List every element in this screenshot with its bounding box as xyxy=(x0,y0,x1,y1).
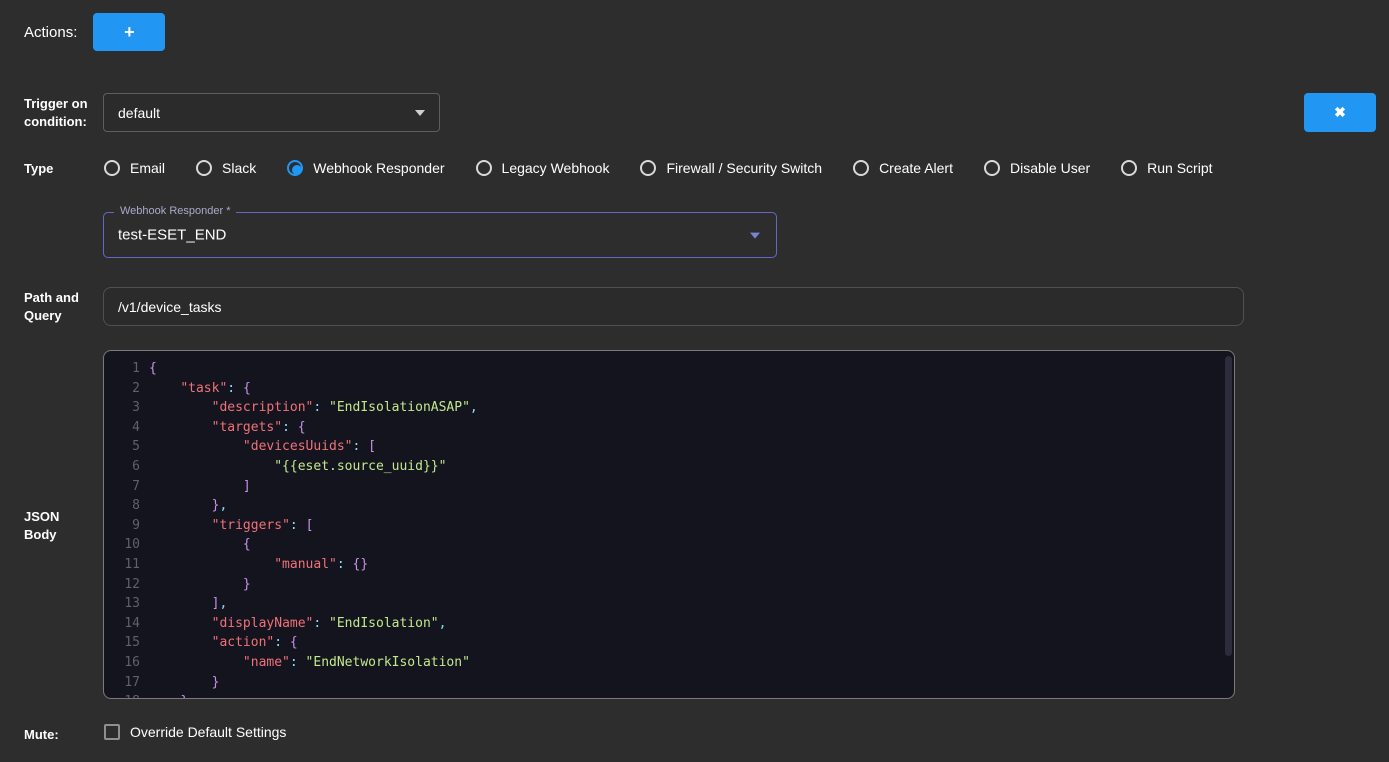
type-radio-disable-user[interactable]: Disable User xyxy=(984,160,1090,176)
actions-label: Actions: xyxy=(24,24,77,41)
override-default-settings-checkbox[interactable] xyxy=(104,724,120,740)
chevron-down-icon xyxy=(750,233,760,239)
radio-label: Disable User xyxy=(1010,160,1090,176)
type-radio-group: Email Slack Webhook Responder Legacy Webhoo… xyxy=(104,155,1213,181)
code-line: "devicesUuids": [ xyxy=(149,437,478,457)
radio-label: Run Script xyxy=(1147,160,1212,176)
radio-icon[interactable] xyxy=(853,160,869,176)
override-default-settings-label: Override Default Settings xyxy=(130,724,286,740)
radio-icon[interactable] xyxy=(640,160,656,176)
json-body-label: JSON Body xyxy=(24,508,69,544)
chevron-down-icon xyxy=(415,110,425,116)
trigger-condition-select[interactable]: default xyxy=(103,93,440,132)
type-radio-webhook-responder[interactable]: Webhook Responder xyxy=(287,160,444,176)
radio-label: Webhook Responder xyxy=(313,160,444,176)
code-line: { xyxy=(149,359,478,379)
line-number: 1 xyxy=(104,359,140,379)
path-query-label: Path and Query xyxy=(24,289,86,325)
code-line: "displayName": "EndIsolation", xyxy=(149,614,478,634)
code-line: "triggers": [ xyxy=(149,516,478,536)
line-number: 16 xyxy=(104,653,140,673)
line-number: 3 xyxy=(104,398,140,418)
radio-label: Slack xyxy=(222,160,256,176)
type-radio-slack[interactable]: Slack xyxy=(196,160,256,176)
code-line: ] xyxy=(149,477,478,497)
type-radio-run-script[interactable]: Run Script xyxy=(1121,160,1212,176)
line-number: 10 xyxy=(104,535,140,555)
trigger-condition-label: Trigger on condition: xyxy=(24,95,94,131)
editor-gutter: 123456789101112131415161718 xyxy=(104,359,140,699)
editor-code[interactable]: { "task": { "description": "EndIsolation… xyxy=(149,359,478,699)
radio-icon[interactable] xyxy=(476,160,492,176)
webhook-responder-select[interactable]: Webhook Responder * test-ESET_END xyxy=(103,212,777,258)
radio-icon[interactable] xyxy=(196,160,212,176)
trigger-condition-value: default xyxy=(118,105,415,121)
line-number: 9 xyxy=(104,516,140,536)
line-number: 14 xyxy=(104,614,140,634)
mute-label: Mute: xyxy=(24,726,59,744)
line-number: 18 xyxy=(104,692,140,699)
line-number: 11 xyxy=(104,555,140,575)
code-line: } xyxy=(149,673,478,693)
line-number: 5 xyxy=(104,437,140,457)
actions-row: Actions: + xyxy=(24,13,165,51)
type-radio-legacy-webhook[interactable]: Legacy Webhook xyxy=(476,160,610,176)
code-line: "name": "EndNetworkIsolation" xyxy=(149,653,478,673)
code-line: } xyxy=(149,575,478,595)
line-number: 6 xyxy=(104,457,140,477)
type-radio-email[interactable]: Email xyxy=(104,160,165,176)
radio-icon[interactable] xyxy=(104,160,120,176)
line-number: 15 xyxy=(104,633,140,653)
type-label: Type xyxy=(24,160,53,178)
code-line: ], xyxy=(149,594,478,614)
close-icon: ✖ xyxy=(1334,104,1346,121)
line-number: 12 xyxy=(104,575,140,595)
code-line: "task": { xyxy=(149,379,478,399)
editor-content: 123456789101112131415161718 { "task": { … xyxy=(104,351,1234,699)
scrollbar-thumb[interactable] xyxy=(1225,356,1232,656)
code-line: "{{eset.source_uuid}}" xyxy=(149,457,478,477)
code-line: } xyxy=(149,692,478,699)
code-line: "targets": { xyxy=(149,418,478,438)
line-number: 13 xyxy=(104,594,140,614)
radio-label: Create Alert xyxy=(879,160,953,176)
webhook-responder-field-label: Webhook Responder * xyxy=(114,205,236,217)
add-action-button[interactable]: + xyxy=(93,13,165,51)
code-line: "action": { xyxy=(149,633,478,653)
remove-action-button[interactable]: ✖ xyxy=(1304,93,1376,132)
radio-icon[interactable] xyxy=(1121,160,1137,176)
radio-dot xyxy=(292,165,302,175)
radio-icon[interactable] xyxy=(984,160,1000,176)
line-number: 7 xyxy=(104,477,140,497)
line-number: 17 xyxy=(104,673,140,693)
plus-icon: + xyxy=(124,22,135,43)
type-radio-create-alert[interactable]: Create Alert xyxy=(853,160,953,176)
line-number: 4 xyxy=(104,418,140,438)
json-body-editor[interactable]: 123456789101112131415161718 { "task": { … xyxy=(103,350,1235,699)
line-number: 2 xyxy=(104,379,140,399)
radio-label: Email xyxy=(130,160,165,176)
webhook-responder-value: test-ESET_END xyxy=(118,227,226,244)
radio-selected-icon[interactable] xyxy=(287,160,303,176)
code-line: { xyxy=(149,535,478,555)
line-number: 8 xyxy=(104,496,140,516)
code-line: "description": "EndIsolationASAP", xyxy=(149,398,478,418)
editor-scrollbar[interactable] xyxy=(1225,354,1232,697)
radio-label: Firewall / Security Switch xyxy=(666,160,822,176)
path-query-input[interactable] xyxy=(103,287,1244,326)
mute-row: Override Default Settings xyxy=(104,724,286,740)
code-line: "manual": {} xyxy=(149,555,478,575)
radio-label: Legacy Webhook xyxy=(502,160,610,176)
type-radio-firewall-security-switch[interactable]: Firewall / Security Switch xyxy=(640,160,822,176)
code-line: }, xyxy=(149,496,478,516)
